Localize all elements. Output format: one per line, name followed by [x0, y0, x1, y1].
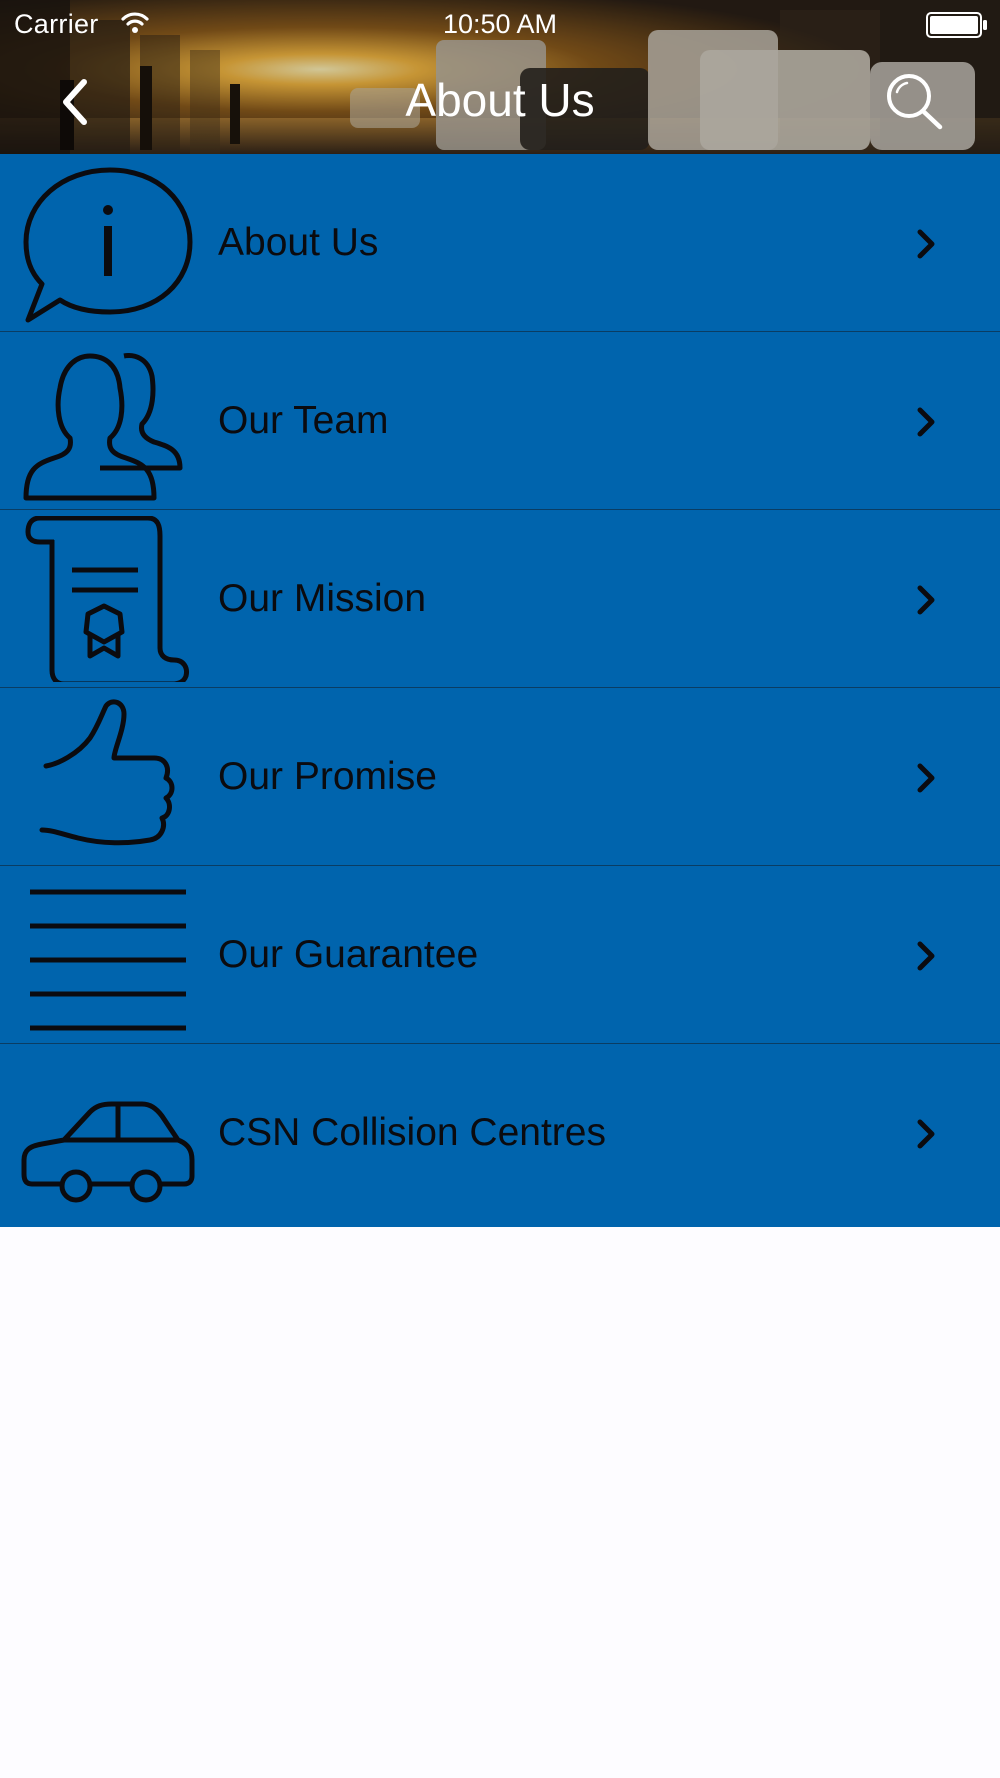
chevron-right-icon	[917, 229, 935, 259]
menu-item-about-us[interactable]: About Us	[0, 154, 1000, 332]
thumbs-up-icon	[39, 699, 175, 846]
menu-item-our-guarantee[interactable]: Our Guarantee	[0, 866, 1000, 1044]
menu-item-csn-collision-centres[interactable]: CSN Collision Centres	[0, 1044, 1000, 1222]
menu-item-our-team[interactable]: Our Team	[0, 332, 1000, 510]
menu-item-our-promise[interactable]: Our Promise	[0, 688, 1000, 866]
menu-item-label: Our Team	[218, 399, 389, 442]
menu-item-label: CSN Collision Centres	[218, 1111, 606, 1154]
menu-list: About Us Our Team Our Mission Our Promis…	[0, 154, 1000, 1227]
header-bar: Carrier 10:50 AM About Us	[0, 0, 1000, 154]
menu-item-label: About Us	[218, 221, 379, 264]
back-button[interactable]	[50, 72, 100, 132]
page-title: About Us	[405, 74, 595, 126]
chevron-right-icon	[917, 585, 935, 615]
app-screen: Carrier 10:50 AM About Us About Us Our T…	[0, 0, 1000, 1778]
status-time: 10:50 AM	[442, 9, 558, 39]
chevron-right-icon	[917, 407, 935, 437]
certificate-scroll-icon	[25, 516, 189, 682]
chevron-right-icon	[917, 941, 935, 971]
menu-item-our-mission[interactable]: Our Mission	[0, 510, 1000, 688]
chevron-right-icon	[917, 763, 935, 793]
battery-icon	[926, 12, 987, 38]
lines-icon	[30, 889, 186, 1031]
menu-item-label: Our Mission	[218, 577, 427, 620]
status-bar: Carrier 10:50 AM	[0, 0, 1000, 48]
chevron-right-icon	[917, 1119, 935, 1149]
info-bubble-icon	[23, 167, 193, 323]
search-icon[interactable]	[882, 70, 948, 132]
menu-item-label: Our Promise	[218, 755, 437, 798]
menu-item-label: Our Guarantee	[218, 933, 479, 976]
team-icon	[23, 353, 183, 501]
car-icon	[21, 1101, 195, 1203]
